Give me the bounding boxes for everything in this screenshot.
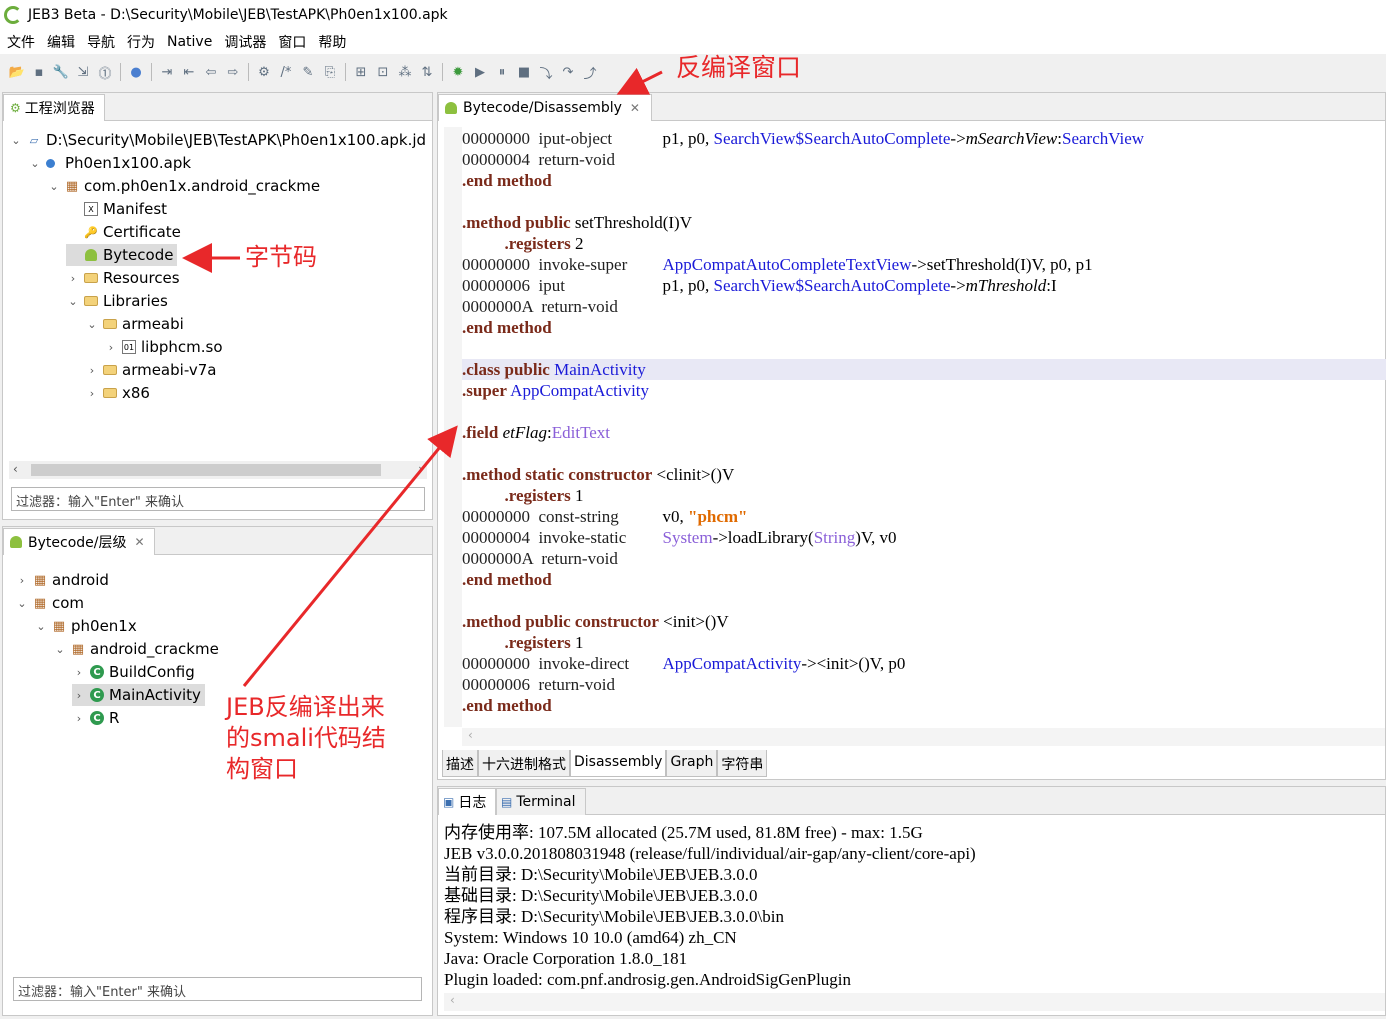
annotation-bytecode: 字节码 [245,243,317,271]
annotation-smali-window: JEB反编译出来 的smali代码结 构窗口 [226,693,386,783]
arrow-to-editor-tab [616,67,663,95]
annotation-decompile-window: 反编译窗口 [676,53,802,82]
arrow-to-code [242,425,458,687]
annotation-arrows [182,67,663,687]
